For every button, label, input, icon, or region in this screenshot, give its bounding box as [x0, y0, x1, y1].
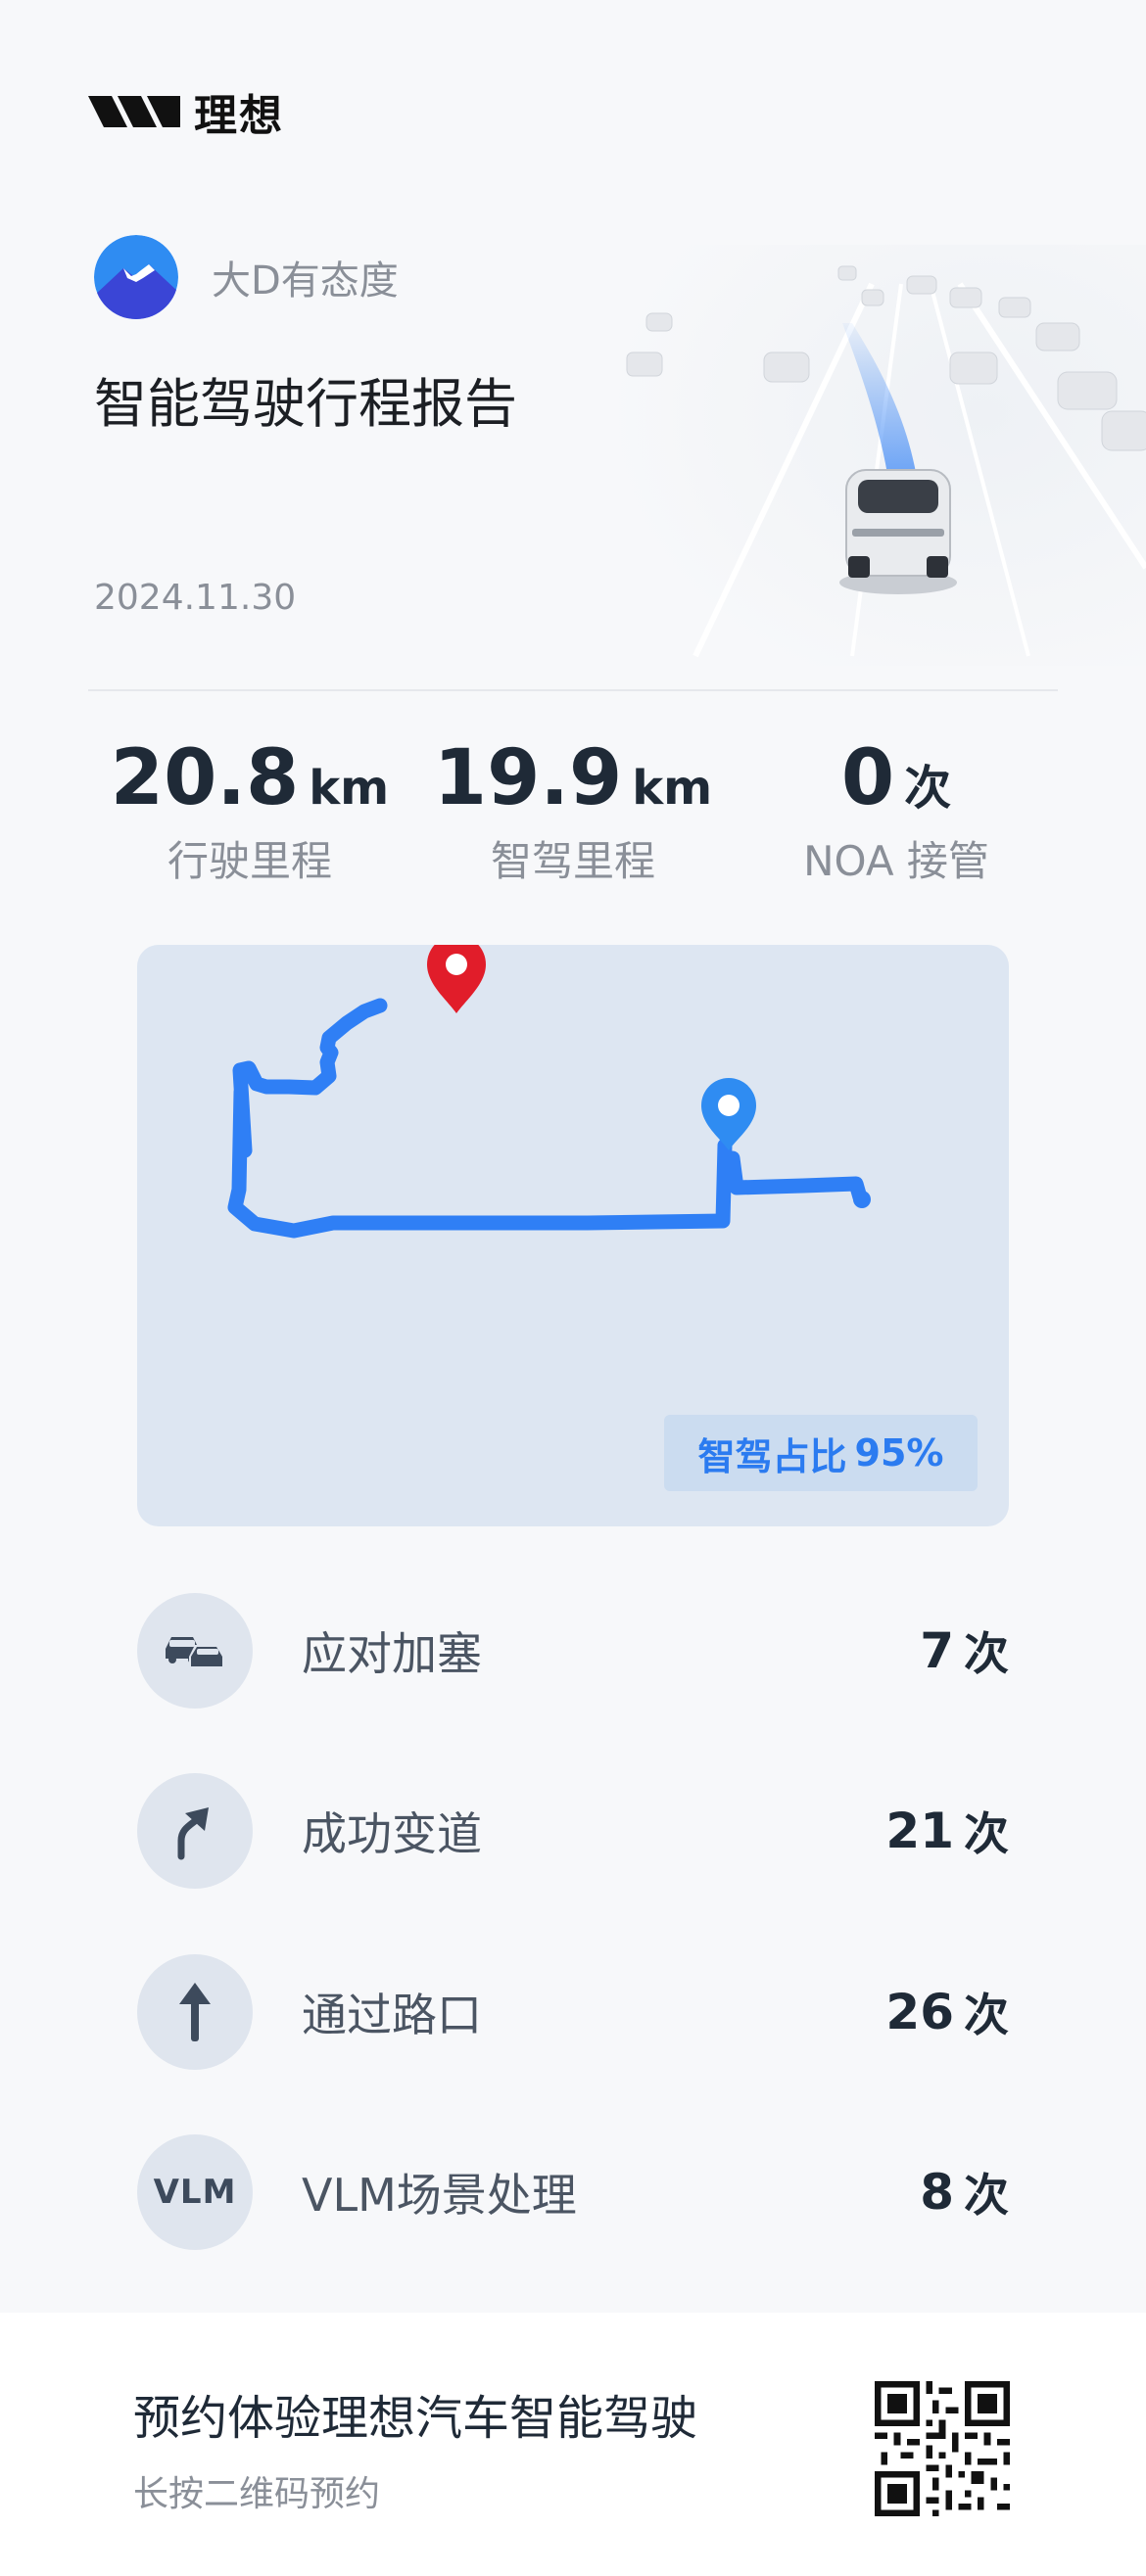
page-title: 智能驾驶行程报告	[94, 373, 517, 435]
route-map[interactable]: 智驾占比 95%	[137, 945, 1009, 1526]
footer-subtitle: 长按二维码预约	[133, 2474, 381, 2514]
stat-unit: km	[632, 761, 713, 816]
report-date: 2024.11.30	[94, 578, 297, 618]
metric-label: VLM场景处理	[302, 2169, 577, 2222]
stat-unit: km	[309, 761, 390, 816]
brand-header: 理想	[88, 80, 284, 143]
vlm-icon-text: VLM	[153, 2173, 237, 2212]
avatar[interactable]	[94, 235, 178, 319]
trip-report-page: 理想 大D有态度 智能驾驶行程报告 2024.11.30 20.8 km 行驶里…	[0, 0, 1146, 2576]
metric-row-lane-change: 成功变道 21 次	[137, 1772, 1009, 1890]
qr-code-icon[interactable]	[875, 2381, 1010, 2516]
metric-label: 应对加塞	[302, 1627, 482, 1680]
metric-label: 成功变道	[302, 1807, 482, 1860]
stat-unit: 次	[904, 761, 952, 816]
metric-value: 26	[885, 1984, 954, 2040]
metric-row-intersection: 通过路口 26 次	[137, 1953, 1009, 2071]
footer-title: 预约体验理想汽车智能驾驶	[133, 2391, 698, 2446]
ratio-label: 智驾占比	[697, 1434, 847, 1478]
metric-unit: 次	[964, 1989, 1009, 2041]
metric-value: 7	[920, 1622, 954, 1679]
stats-row: 20.8 km 行驶里程 19.9 km 智驾里程 0 次 NOA 接管	[88, 734, 1058, 888]
li-auto-logo-icon	[88, 96, 180, 127]
highway-car-illustration	[607, 245, 1146, 666]
stat-label: 行驶里程	[167, 837, 332, 885]
stat-value: 0	[840, 734, 895, 822]
metric-label: 通过路口	[302, 1989, 482, 2041]
stat-value: 20.8	[110, 734, 300, 822]
straight-arrow-icon	[137, 1954, 253, 2070]
brand-name: 理想	[194, 91, 284, 141]
user-row: 大D有态度	[94, 235, 399, 319]
stat-label: 智驾里程	[490, 837, 655, 885]
destination-pin-icon	[427, 945, 486, 1013]
stat-noa-takeover: 0 次 NOA 接管	[735, 734, 1058, 888]
metric-value: 8	[920, 2164, 954, 2221]
user-name: 大D有态度	[212, 258, 399, 304]
traffic-jam-icon	[137, 1593, 253, 1709]
metric-unit: 次	[964, 1807, 1009, 1860]
stat-smart-driving-distance: 19.9 km 智驾里程	[411, 734, 735, 888]
mountain-avatar-icon	[94, 235, 178, 319]
metric-value: 21	[885, 1803, 954, 1859]
start-pin-icon	[701, 1078, 756, 1150]
header-divider	[88, 689, 1058, 691]
stat-driving-distance: 20.8 km 行驶里程	[88, 734, 411, 888]
smart-driving-ratio-badge: 智驾占比 95%	[664, 1415, 978, 1491]
stat-value: 19.9	[433, 734, 623, 822]
route-path	[227, 998, 868, 1239]
metric-unit: 次	[964, 1627, 1009, 1680]
metric-row-cut-in: 应对加塞 7 次	[137, 1592, 1009, 1710]
lane-change-icon	[137, 1773, 253, 1889]
metric-row-vlm: VLM VLM场景处理 8 次	[137, 2133, 1009, 2251]
footer-banner: 预约体验理想汽车智能驾驶 长按二维码预约	[0, 2313, 1146, 2576]
vlm-icon: VLM	[137, 2134, 253, 2250]
ratio-value: 95%	[854, 1431, 944, 1475]
metric-unit: 次	[964, 2169, 1009, 2222]
stat-label: NOA 接管	[803, 837, 989, 885]
ego-car-icon	[839, 469, 957, 594]
route-end-dot	[853, 1191, 871, 1208]
